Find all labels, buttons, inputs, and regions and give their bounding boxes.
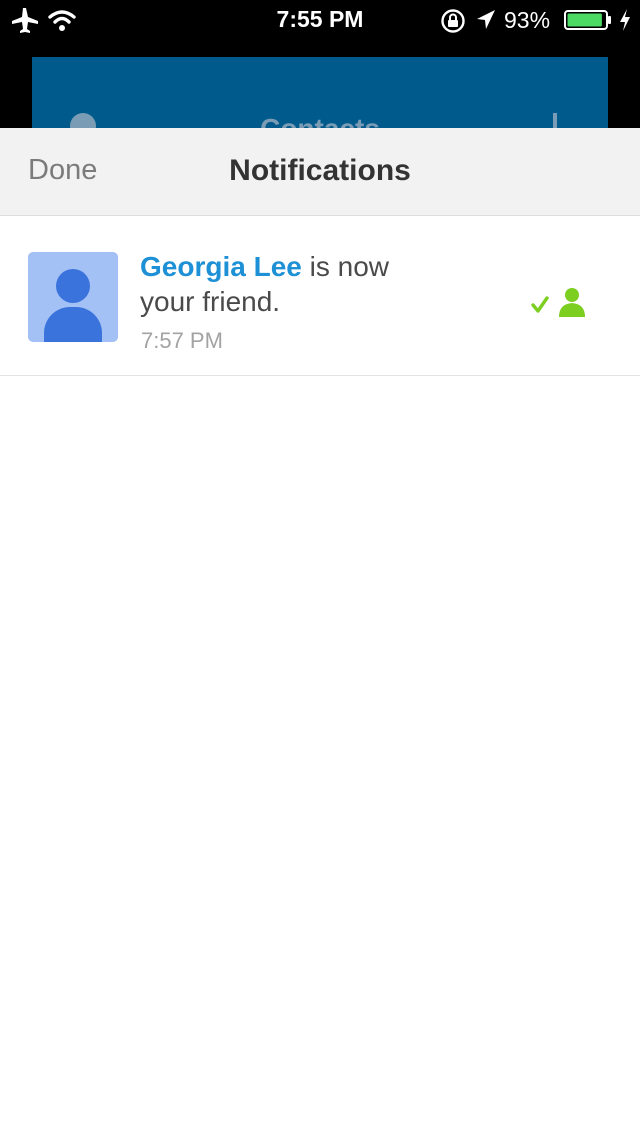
background-contacts-screen: Contacts: [32, 57, 608, 128]
notification-name[interactable]: Georgia Lee: [140, 251, 302, 282]
notification-time: 7:57 PM: [141, 328, 223, 353]
avatar-shoulders: [44, 307, 102, 342]
avatar-head: [56, 269, 90, 303]
battery-icon: [564, 10, 611, 30]
notifications-sheet: Done Notifications Georgia Lee is now yo…: [0, 128, 640, 1136]
avatar[interactable]: [28, 252, 118, 342]
rotation-lock-icon: [441, 9, 465, 33]
battery-percent: 93%: [504, 7, 551, 33]
friend-added-icon: [531, 288, 585, 317]
background-add-icon: [553, 113, 557, 128]
background-title: Contacts: [32, 113, 608, 128]
status-bar: 7:55 PM 93%: [0, 0, 640, 40]
notification-text: Georgia Lee is now your friend.: [140, 249, 440, 319]
page-title: Notifications: [229, 154, 411, 187]
charging-icon: [620, 9, 630, 31]
notification-item[interactable]: Georgia Lee is now your friend. 7:57 PM: [0, 216, 640, 376]
navigation-bar: Done Notifications: [0, 128, 640, 216]
location-icon: [477, 10, 495, 29]
